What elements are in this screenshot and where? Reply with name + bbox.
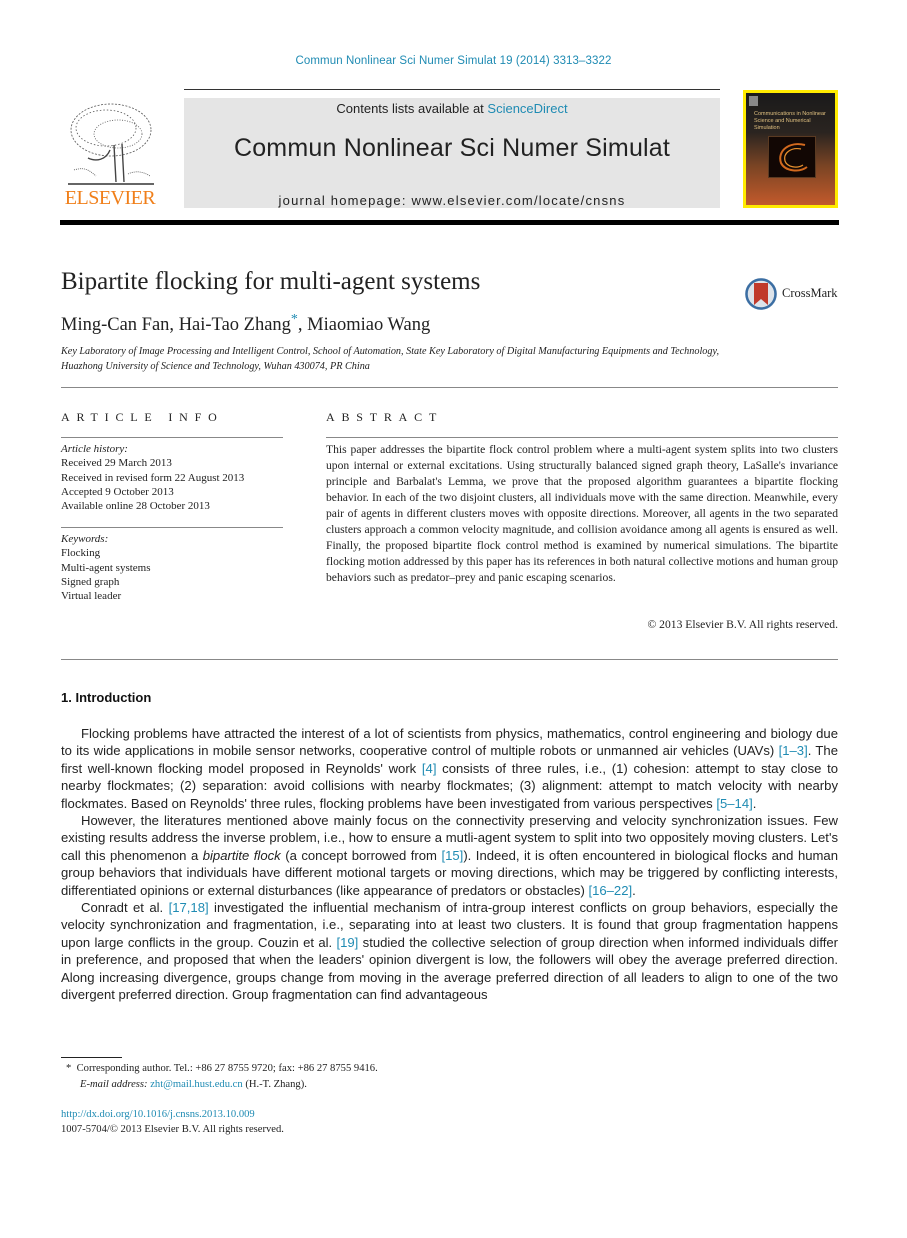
author-list: Ming-Can Fan, Hai-Tao Zhang*, Miaomiao W… <box>61 312 430 336</box>
paragraph: Flocking problems have attracted the int… <box>61 725 838 812</box>
header-thick-rule <box>60 220 839 225</box>
divider <box>326 437 838 438</box>
citation-link[interactable]: [5–14] <box>716 796 752 811</box>
abstract-copyright: © 2013 Elsevier B.V. All rights reserved… <box>647 618 838 631</box>
keyword: Virtual leader <box>61 590 122 603</box>
history-item: Accepted 9 October 2013 <box>61 485 174 498</box>
citation-link[interactable]: [17,18] <box>169 900 209 915</box>
emphasis: bipartite flock <box>202 847 281 863</box>
abstract-text: This paper addresses the bipartite flock… <box>326 443 838 584</box>
divider <box>61 659 838 660</box>
email-label: E-mail address: <box>80 1079 151 1090</box>
footnote-text: Corresponding author. Tel.: +86 27 8755 … <box>76 1063 378 1074</box>
crossmark-icon <box>745 278 777 310</box>
footnote-rule <box>61 1057 122 1058</box>
crossmark-button[interactable]: CrossMark <box>744 277 844 311</box>
keyword: Signed graph <box>61 575 120 588</box>
elsevier-wordmark: ELSEVIER <box>64 187 156 209</box>
keyword: Multi-agent systems <box>61 561 151 574</box>
affiliation-line: Huazhong University of Science and Techn… <box>61 360 370 372</box>
email-link[interactable]: zht@mail.hust.edu.cn <box>150 1079 242 1090</box>
elsevier-tree-icon <box>68 103 154 185</box>
issn-copyright: 1007-5704/© 2013 Elsevier B.V. All right… <box>61 1124 284 1135</box>
corresponding-author-note: * Corresponding author. Tel.: +86 27 875… <box>66 1061 378 1077</box>
journal-cover[interactable]: Communications in Nonlinear Science and … <box>743 90 838 208</box>
email-owner: (H.-T. Zhang). <box>242 1079 307 1090</box>
journal-homepage[interactable]: journal homepage: www.elsevier.com/locat… <box>184 193 720 208</box>
text: (a concept borrowed from <box>280 847 442 863</box>
section-heading: 1. Introduction <box>61 690 152 705</box>
citation-link[interactable]: [16–22] <box>588 883 632 898</box>
divider <box>61 437 283 438</box>
footnotes: * Corresponding author. Tel.: +86 27 875… <box>66 1061 378 1093</box>
cover-artwork <box>768 136 816 178</box>
affiliation: Key Laboratory of Image Processing and I… <box>61 345 841 374</box>
history-label: Article history: <box>61 443 128 455</box>
doi-link[interactable]: http://dx.doi.org/10.1016/j.cnsns.2013.1… <box>61 1109 255 1120</box>
abstract-heading: ABSTRACT <box>326 410 444 424</box>
citation-link[interactable]: [1–3] <box>779 743 808 758</box>
author-name: Hai-Tao Zhang <box>178 315 291 336</box>
keywords-label: Keywords: <box>61 533 109 545</box>
corresponding-author-link[interactable]: * <box>291 312 298 327</box>
introduction-body: Flocking problems have attracted the int… <box>61 725 838 1004</box>
journal-banner: Contents lists available at ScienceDirec… <box>184 98 720 208</box>
paragraph: Conradt et al. [17,18] investigated the … <box>61 899 838 1003</box>
email-note: E-mail address: zht@mail.hust.edu.cn (H.… <box>66 1077 378 1093</box>
paper-title: Bipartite flocking for multi-agent syste… <box>61 268 481 295</box>
cover-elsevier-icon <box>749 96 758 106</box>
cover-image: Communications in Nonlinear Science and … <box>746 93 835 205</box>
article-info-heading: ARTICLE INFO <box>61 410 224 424</box>
keywords: Keywords: Flocking Multi-agent systems S… <box>61 532 283 603</box>
keyword: Flocking <box>61 547 101 560</box>
author-name: , Miaomiao Wang <box>297 315 431 336</box>
history-item: Available online 28 October 2013 <box>61 500 210 513</box>
citation-link[interactable]: [15] <box>441 848 463 863</box>
elsevier-logo[interactable]: ELSEVIER <box>60 98 160 210</box>
history-item: Received 29 March 2013 <box>61 457 172 470</box>
cover-title: Communications in Nonlinear Science and … <box>754 111 826 131</box>
author-name: Ming-Can Fan, <box>61 315 179 336</box>
paragraph: However, the literatures mentioned above… <box>61 812 838 899</box>
doi-block: http://dx.doi.org/10.1016/j.cnsns.2013.1… <box>61 1107 284 1137</box>
text: Flocking problems have attracted the int… <box>61 726 838 759</box>
text: . <box>752 795 757 811</box>
history-item: Received in revised form 22 August 2013 <box>61 471 245 484</box>
sciencedirect-link[interactable]: ScienceDirect <box>487 101 567 116</box>
divider <box>61 527 283 528</box>
citation-link[interactable]: [19] <box>336 935 358 950</box>
header-top-rule <box>184 89 720 90</box>
affiliation-line: Key Laboratory of Image Processing and I… <box>61 346 719 357</box>
spiral-artwork-icon <box>779 143 808 172</box>
footnote-mark: * <box>66 1063 72 1074</box>
contents-available: Contents lists available at ScienceDirec… <box>184 101 720 116</box>
text: . <box>632 882 636 898</box>
divider <box>61 387 838 388</box>
citation-link[interactable]: [4] <box>422 761 437 776</box>
article-history: Article history: Received 29 March 2013 … <box>61 442 283 513</box>
journal-title: Commun Nonlinear Sci Numer Simulat <box>233 134 671 162</box>
text: Conradt et al. <box>81 900 169 916</box>
journal-citation-link[interactable]: Commun Nonlinear Sci Numer Simulat 19 (2… <box>0 55 907 67</box>
crossmark-label: CrossMark <box>782 286 838 300</box>
contents-prefix: Contents lists available at <box>336 101 488 116</box>
